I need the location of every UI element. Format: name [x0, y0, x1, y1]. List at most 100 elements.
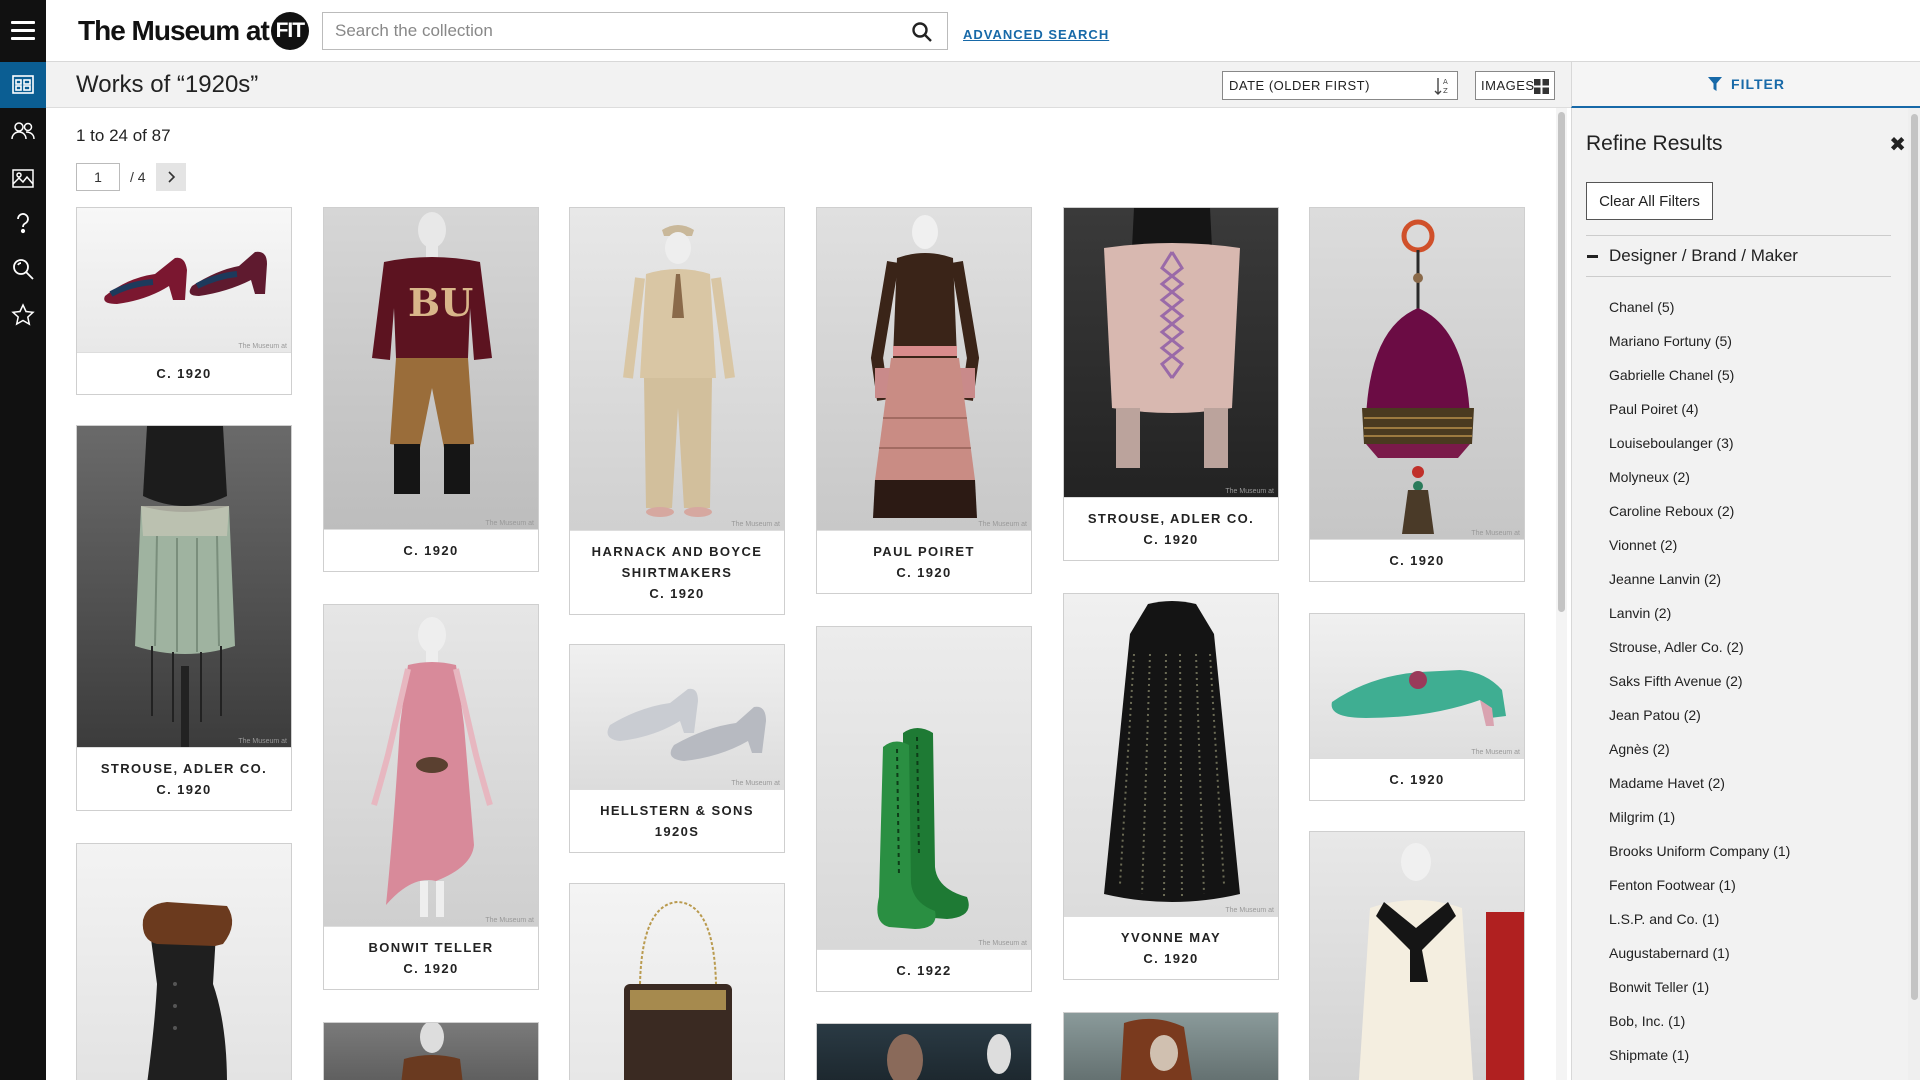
filter-option[interactable]: L.S.P. and Co. (1) [1609, 902, 1790, 936]
item-date: C. 1920 [896, 565, 952, 580]
filter-scroll-thumb[interactable] [1911, 114, 1918, 1000]
museum-logo[interactable]: The Museum at FIT [78, 12, 309, 50]
result-card[interactable]: The Museum at C. 1922 [816, 626, 1032, 992]
item-image: The Museum at [1310, 208, 1524, 540]
result-card[interactable]: The Museum at BONWIT TELLER C. 1920 [323, 604, 539, 990]
filter-panel-scrollbar[interactable] [1908, 108, 1920, 1080]
image-watermark: The Museum at [238, 343, 287, 350]
result-card[interactable] [1309, 831, 1525, 1080]
result-card[interactable]: The Museum at PAUL POIRET C. 1920 [816, 207, 1032, 594]
item-caption: BONWIT TELLER C. 1920 [324, 927, 538, 989]
item-caption: HARNACK AND BOYCE SHIRTMAKERS C. 1920 [570, 531, 784, 614]
filter-option[interactable]: Louiseboulanger (3) [1609, 426, 1790, 460]
item-caption: HELLSTERN & SONS 1920S [570, 790, 784, 852]
filter-option[interactable]: Molyneux (2) [1609, 460, 1790, 494]
filter-option[interactable]: Mariano Fortuny (5) [1609, 324, 1790, 358]
help-icon[interactable] [0, 200, 46, 246]
filter-option[interactable]: Gabrielle Chanel (5) [1609, 358, 1790, 392]
item-maker: PAUL POIRET [873, 544, 975, 559]
image-watermark: The Museum at [485, 917, 534, 924]
collection-icon[interactable] [0, 62, 46, 108]
filter-option[interactable]: Caroline Reboux (2) [1609, 494, 1790, 528]
chevron-right-icon [168, 171, 175, 183]
filter-option[interactable]: Paul Poiret (4) [1609, 392, 1790, 426]
result-card[interactable]: The Museum at YVONNE MAY C. 1920 [1063, 593, 1279, 980]
filter-option[interactable]: Agnès (2) [1609, 732, 1790, 766]
menu-icon[interactable] [0, 0, 46, 60]
filter-option[interactable]: Madame Havet (2) [1609, 766, 1790, 800]
item-image: The Museum at [1064, 208, 1278, 498]
item-caption: STROUSE, ADLER CO. C. 1920 [77, 748, 291, 810]
item-image [1310, 832, 1524, 1080]
image-watermark: The Museum at [485, 520, 534, 527]
search-input[interactable] [323, 13, 883, 49]
result-card[interactable]: The Museum at C. 1920 [1309, 207, 1525, 582]
sort-select[interactable]: DATE (OLDER FIRST) AZ [1222, 71, 1458, 100]
image-watermark: The Museum at [731, 780, 780, 787]
filter-option[interactable]: Vionnet (2) [1609, 528, 1790, 562]
image-watermark: The Museum at [978, 940, 1027, 947]
filter-option[interactable]: Saks Fifth Avenue (2) [1609, 664, 1790, 698]
item-image [77, 844, 291, 1080]
search-submit-icon[interactable] [911, 21, 933, 43]
people-icon[interactable] [0, 108, 46, 154]
view-mode-button[interactable]: IMAGES [1475, 71, 1555, 100]
image-watermark: The Museum at [1225, 488, 1274, 495]
image-watermark: The Museum at [1225, 907, 1274, 914]
item-caption: C. 1920 [324, 530, 538, 571]
result-card[interactable] [323, 1022, 539, 1080]
filter-option[interactable]: Bob, Inc. (1) [1609, 1004, 1790, 1038]
designer-filter-section[interactable]: Designer / Brand / Maker [1586, 235, 1891, 277]
item-image [817, 1024, 1031, 1080]
result-card[interactable]: The Museum at STROUSE, ADLER CO. C. 1920 [1063, 207, 1279, 561]
exhibitions-icon[interactable] [0, 155, 46, 201]
results-scroll-thumb[interactable] [1558, 112, 1565, 612]
filter-panel-title: Refine Results [1586, 132, 1723, 155]
result-card[interactable]: The Museum at HARNACK AND BOYCE SHIRTMAK… [569, 207, 785, 615]
filter-option[interactable]: Fenton Footwear (1) [1609, 868, 1790, 902]
result-card[interactable]: The Museum at C. 1920 [76, 207, 292, 395]
clear-filters-button[interactable]: Clear All Filters [1586, 182, 1713, 220]
item-date: C. 1920 [1143, 532, 1199, 547]
results-toolbar: Works of “1920s” DATE (OLDER FIRST) AZ I… [46, 62, 1571, 108]
item-date: C. 1920 [1389, 772, 1445, 787]
next-page-button[interactable] [155, 163, 186, 191]
filter-option[interactable]: Milgrim (1) [1609, 800, 1790, 834]
filter-option[interactable]: Jean Patou (2) [1609, 698, 1790, 732]
filter-option[interactable]: Shipmate (1) [1609, 1038, 1790, 1072]
filter-option[interactable]: Lanvin (2) [1609, 596, 1790, 630]
item-maker: STROUSE, ADLER CO. [1087, 511, 1255, 526]
item-caption: C. 1922 [817, 950, 1031, 991]
advanced-search-link[interactable]: ADVANCED SEARCH [963, 27, 1109, 42]
filter-option[interactable]: Augustabernard (1) [1609, 936, 1790, 970]
page-number-input[interactable] [76, 163, 120, 191]
filter-toggle[interactable]: FILTER [1571, 62, 1920, 108]
filter-option[interactable]: Chanel (5) [1609, 290, 1790, 324]
filter-option[interactable]: Bonwit Teller (1) [1609, 970, 1790, 1004]
item-maker: BONWIT TELLER [368, 940, 494, 955]
filter-option[interactable]: Jeanne Lanvin (2) [1609, 562, 1790, 596]
item-date: C. 1920 [156, 782, 212, 797]
filter-option[interactable]: Strouse, Adler Co. (2) [1609, 630, 1790, 664]
result-card[interactable] [569, 883, 785, 1080]
result-card[interactable] [816, 1023, 1032, 1080]
filter-label: FILTER [1731, 76, 1785, 92]
pagination: / 4 [76, 163, 186, 191]
item-image: The Museum at [324, 605, 538, 927]
logo-badge: FIT [270, 12, 309, 50]
search-icon[interactable] [0, 246, 46, 292]
close-icon[interactable]: ✖ [1889, 132, 1906, 157]
item-image: The Museum at [570, 645, 784, 790]
result-card[interactable] [1063, 1012, 1279, 1080]
image-watermark: The Museum at [238, 738, 287, 745]
filter-option[interactable]: Brooks Uniform Company (1) [1609, 834, 1790, 868]
results-scrollbar[interactable] [1556, 108, 1567, 1080]
result-card[interactable] [76, 843, 292, 1080]
favorites-icon[interactable] [0, 292, 46, 338]
result-card[interactable]: The Museum at STROUSE, ADLER CO. C. 1920 [76, 425, 292, 811]
item-image: The Museum at [77, 426, 291, 748]
result-card[interactable]: BU The Museum at C. 1920 [323, 207, 539, 572]
result-card[interactable]: The Museum at HELLSTERN & SONS 1920S [569, 644, 785, 853]
result-card[interactable]: The Museum at C. 1920 [1309, 613, 1525, 801]
item-date: C. 1920 [156, 366, 212, 381]
